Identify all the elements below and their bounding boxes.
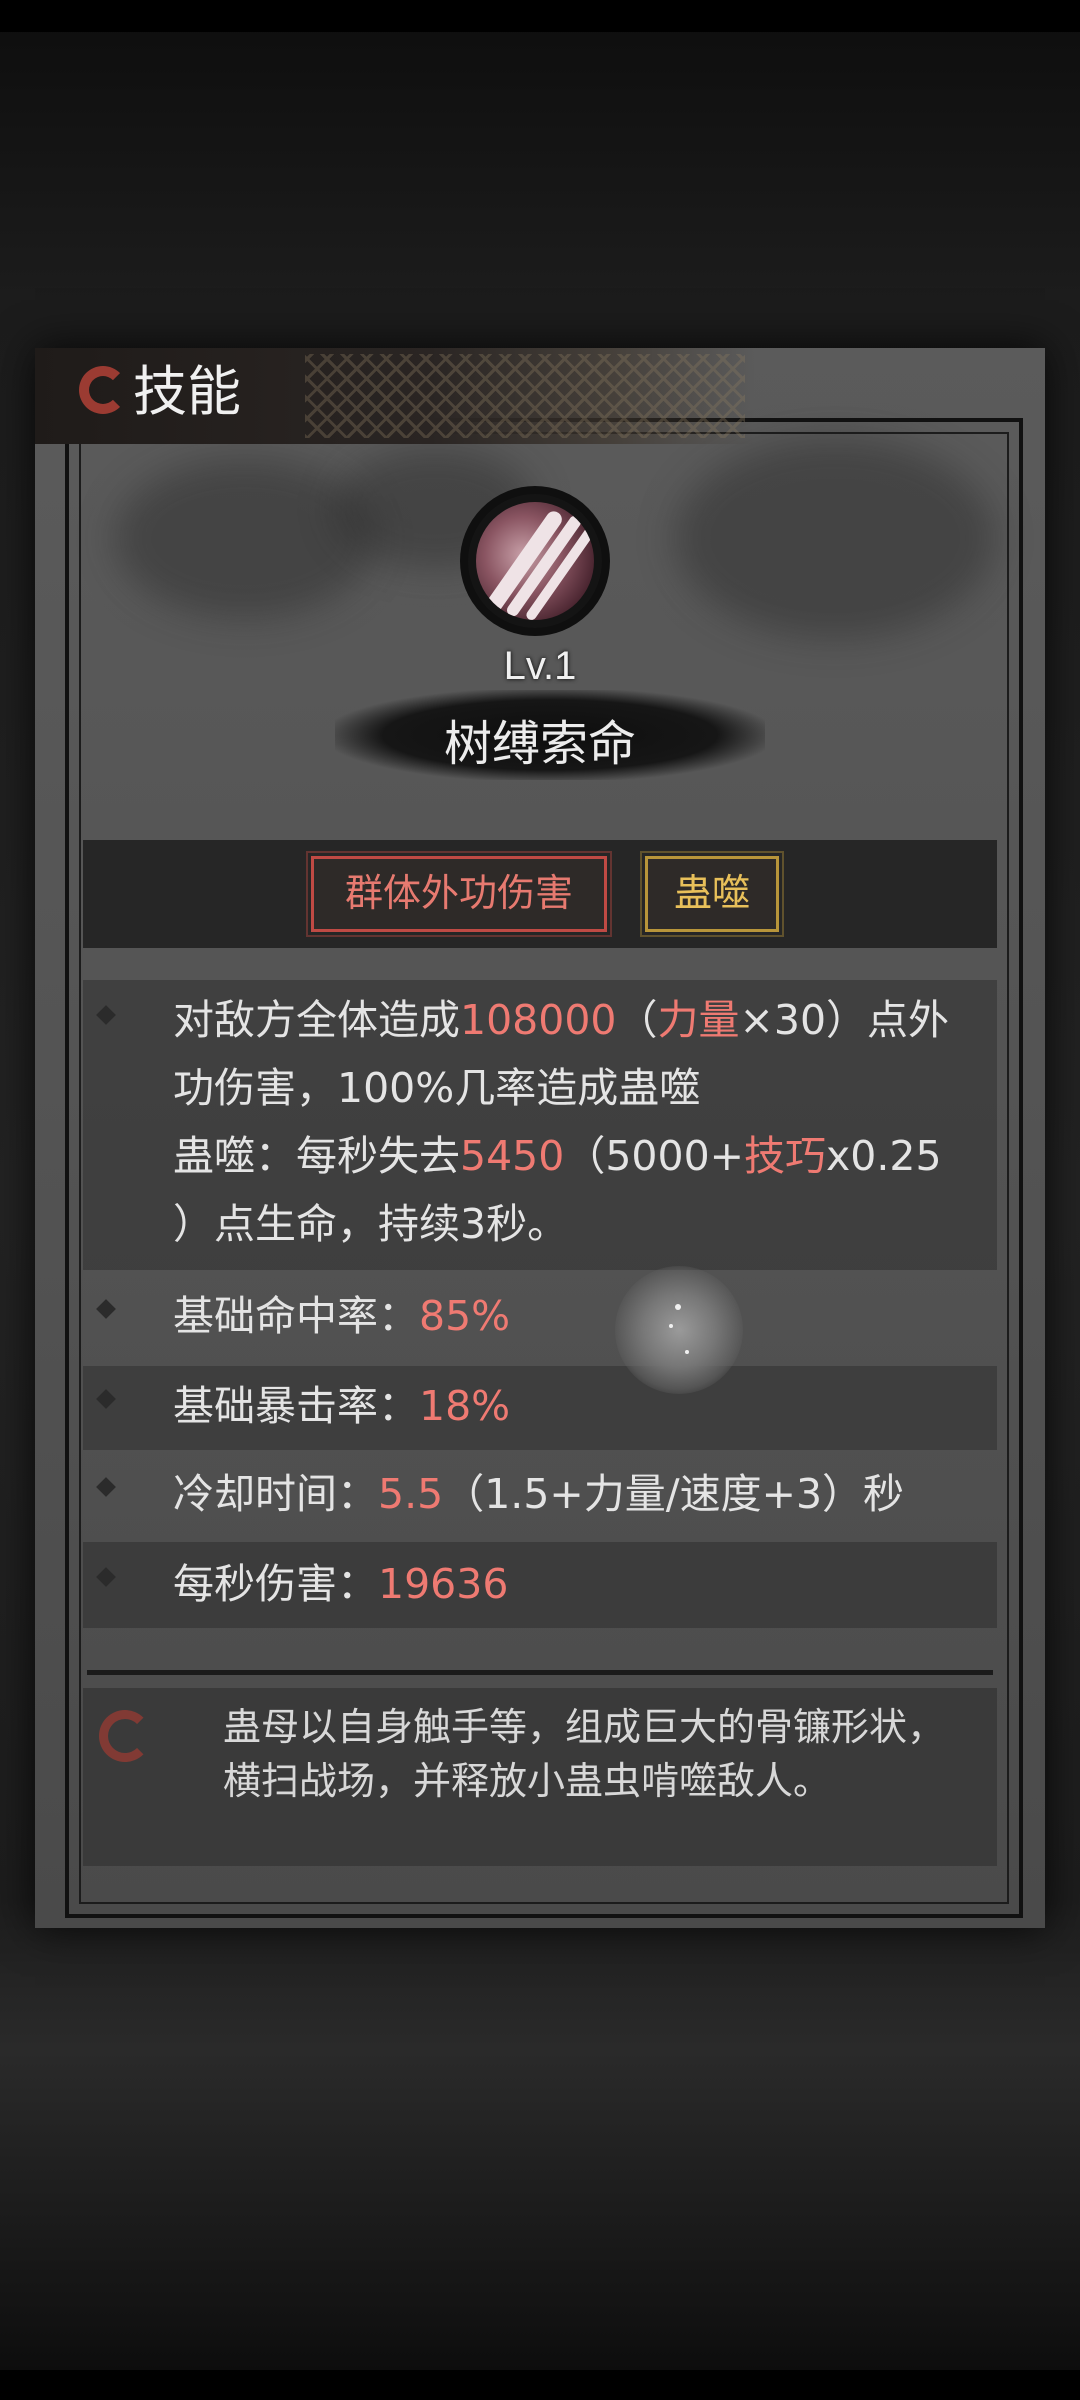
stat-value: 18% [419,1382,511,1430]
tag-group-damage: 群体外功伤害 [306,851,612,937]
crescent-emblem-icon [99,1710,151,1762]
crescent-emblem-icon [79,366,127,414]
header-bar: 技能 [35,348,755,444]
diamond-bullet-icon [96,1389,116,1409]
effect-line-3: 蛊噬：每秒失去5450（5000+技巧x0.25 [173,1132,942,1180]
effect-row: 对敌方全体造成108000（力量×30）点外 功伤害，100%几率造成蛊噬 蛊噬… [83,980,997,1270]
diamond-bullet-icon [96,1567,116,1587]
stat-row-dps: 每秒伤害：19636 [83,1542,997,1628]
effect-line-4: ）点生命，持续3秒。 [173,1200,569,1248]
stat-value: 85% [419,1292,511,1340]
stat-row-hit: 基础命中率：85% [83,1278,997,1358]
effect-line-1: 对敌方全体造成108000（力量×30）点外 [173,996,950,1044]
stat-label: 每秒伤害： [173,1560,378,1608]
effect-line-2: 功伤害，100%几率造成蛊噬 [173,1064,701,1112]
stat-suffix: （1.5+力量/速度+3）秒 [443,1470,905,1518]
diamond-bullet-icon [96,1005,116,1025]
stat-row-crit: 基础暴击率：18% [83,1366,997,1450]
divider [87,1670,993,1675]
bottom-strip [0,2370,1080,2400]
stat-label: 冷却时间： [173,1470,378,1518]
description-line-1: 蛊母以自身触手等，组成巨大的骨镰形状， [223,1705,946,1749]
skill-panel: 技能 Lv.1 树缚索命 群体外功伤害 蛊噬 对敌方全体造成108000（力量×… [35,348,1045,1928]
skill-level: Lv.1 [503,644,577,688]
panel-title: 技能 [133,360,241,423]
stat-value: 19636 [378,1560,509,1608]
top-status-strip [0,0,1080,32]
stat-row-cooldown: 冷却时间：5.5（1.5+力量/速度+3）秒 [83,1456,997,1536]
skill-name: 树缚索命 [443,716,636,772]
header-pattern [305,354,745,438]
tentacle-scythe-icon [460,486,610,636]
floating-orb-icon[interactable] [615,1266,743,1394]
tag-bar: 群体外功伤害 蛊噬 [83,840,997,948]
tag-gu-bite: 蛊噬 [640,851,784,937]
diamond-bullet-icon [96,1477,116,1497]
diamond-bullet-icon [96,1299,116,1319]
stat-label: 基础命中率： [173,1292,419,1340]
description-line-2: 横扫战场，并释放小蛊虫啃噬敌人。 [223,1759,832,1803]
stat-label: 基础暴击率： [173,1382,419,1430]
stat-value: 5.5 [378,1470,444,1518]
description-box: 蛊母以自身触手等，组成巨大的骨镰形状， 横扫战场，并释放小蛊虫啃噬敌人。 [83,1688,997,1866]
